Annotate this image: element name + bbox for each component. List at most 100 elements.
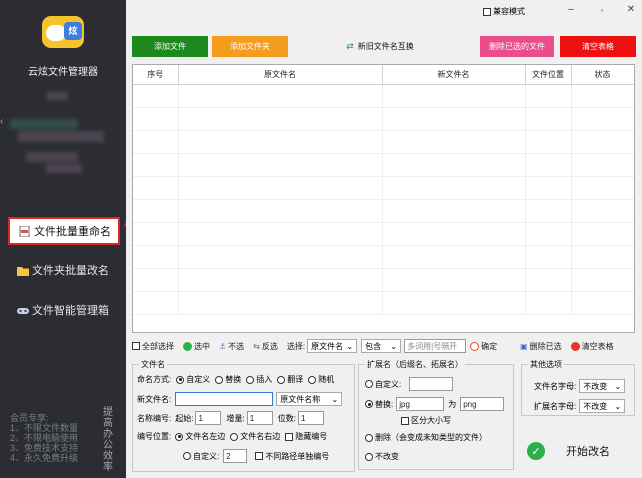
hide-number-checkbox[interactable] — [285, 432, 294, 441]
title-bar: 兼容模式 – ▫ ✕ — [126, 0, 642, 22]
table-header-row: 序号 原文件名 新文件名 文件位置 状态 — [133, 65, 634, 85]
ext-custom-radio[interactable] — [365, 380, 373, 388]
delete-selected-files-button[interactable]: 删除已选的文件 — [480, 36, 554, 57]
sidebar-item-label: 文件智能管理箱 — [32, 305, 109, 317]
add-file-button[interactable]: 添加文件 — [132, 36, 208, 57]
app-logo: 炫 — [42, 16, 84, 48]
start-number-input[interactable]: 1 — [195, 411, 222, 425]
pos-right-radio[interactable] — [230, 432, 239, 441]
clear-table-small-button[interactable]: 清空表格 — [570, 341, 614, 352]
blurred-user-info — [10, 119, 78, 129]
gamepad-icon — [17, 305, 29, 316]
sidebar-item-batch-rename[interactable]: 文件批量重命名 — [8, 217, 120, 245]
sidebar-item-label: 文件夹批量改名 — [32, 265, 109, 277]
delete-icon: ▣ — [520, 341, 528, 351]
table-row — [133, 130, 634, 154]
select-button[interactable]: 选中 — [183, 341, 210, 352]
confirm-button[interactable]: 确定 — [470, 341, 497, 352]
table-row — [133, 153, 634, 177]
ext-custom-input[interactable] — [409, 377, 454, 391]
column-header[interactable]: 状态 — [571, 65, 634, 85]
check-circle-icon — [183, 341, 192, 351]
chevron-down-icon: ⌄ — [390, 341, 398, 351]
invert-icon: ⇆ — [253, 341, 260, 351]
start-rename-button[interactable]: ✓ 开始改名 — [523, 434, 635, 468]
no-separate-checkbox[interactable] — [255, 452, 264, 460]
confirm-icon — [470, 341, 480, 351]
blurred-user-info — [18, 131, 104, 142]
clear-table-button[interactable]: 清空表格 — [560, 36, 636, 57]
folder-icon — [17, 265, 29, 276]
case-sensitive-checkbox[interactable] — [401, 416, 409, 425]
ext-from-input[interactable]: jpg — [396, 397, 445, 411]
add-folder-button[interactable]: 添加文件夹 — [212, 36, 288, 57]
chevron-down-icon: ⌄ — [346, 341, 354, 351]
table-row — [133, 245, 634, 269]
column-header[interactable]: 序号 — [133, 65, 179, 85]
blurred-user-info — [46, 92, 68, 100]
digits-input[interactable]: 1 — [297, 411, 324, 425]
column-header[interactable]: 文件位置 — [525, 65, 572, 85]
mode-replace-radio[interactable] — [215, 375, 224, 384]
sidebar-item-label: 文件批量重命名 — [34, 226, 111, 238]
main-panel: 兼容模式 – ▫ ✕ 添加文件 添加文件夹 ⇄ 新旧文件名互换 删除已选的文件 … — [126, 0, 642, 478]
ext-delete-radio[interactable] — [365, 433, 373, 442]
table-row — [133, 222, 634, 246]
mode-custom-radio[interactable] — [176, 375, 185, 384]
filename-group: 文件名 命名方式: 自定义 替换 插入 翻译 随机 新文件名: 原文件名称 ⌄ 名… — [132, 359, 355, 472]
pos-custom-input[interactable]: 2 — [223, 449, 248, 463]
minimize-icon[interactable]: – — [564, 4, 578, 15]
pos-left-radio[interactable] — [175, 432, 184, 441]
column-header[interactable]: 新文件名 — [382, 65, 526, 85]
invert-button[interactable]: ⇆ 反选 — [253, 341, 278, 352]
ext-case-dropdown[interactable]: 不改变 ⌄ — [579, 399, 626, 413]
unselect-button[interactable]: ⚓ 不选 — [219, 341, 244, 352]
blurred-user-info — [46, 164, 82, 173]
extension-group: 扩展名（后缀名、拓展名） 自定义: 替换: jpg 为 png 区分大小写 删除… — [358, 359, 514, 470]
swap-names-button[interactable]: ⇄ 新旧文件名互换 — [338, 36, 422, 57]
ext-replace-radio[interactable] — [365, 400, 373, 408]
ext-to-input[interactable]: png — [460, 397, 505, 411]
slogan-vertical: 提高办公效率 — [103, 407, 113, 473]
table-row — [133, 84, 634, 108]
select-all-checkbox[interactable]: 全部选择 — [132, 341, 174, 352]
maximize-icon[interactable]: ▫ — [595, 6, 609, 15]
app-title: 云炫文件管理器 — [28, 67, 98, 78]
sidebar: 炫 云炫文件管理器 ‹ 文件批量重命名 文件夹批量改名 文件智能管理箱 会员专享… — [0, 0, 126, 478]
compat-mode-checkbox[interactable]: 兼容模式 — [483, 6, 525, 17]
table-row — [133, 107, 634, 131]
file-table[interactable]: 序号 原文件名 新文件名 文件位置 状态 — [132, 64, 635, 333]
chevron-down-icon: ⌄ — [331, 394, 339, 404]
member-benefits: 会员专享: 1、不限文件数量 2、不限电脑使用 3、免费技术支持 4、永久免费升… — [10, 413, 79, 463]
document-icon — [19, 225, 31, 237]
table-row — [133, 268, 634, 292]
check-circle-icon: ✓ — [527, 442, 545, 460]
choose-label: 选择: — [286, 341, 306, 351]
new-filename-input[interactable] — [175, 392, 274, 406]
table-row — [133, 291, 634, 315]
selection-toolbar: 全部选择 选中 ⚓ 不选 ⇆ 反选 选择: 原文件名 ⌄ 包含 ⌄ 多词用|号隔开 确定… — [132, 338, 637, 354]
newname-option-dropdown[interactable]: 原文件名称 ⌄ — [276, 392, 343, 406]
sidebar-item-folder-rename[interactable]: 文件夹批量改名 — [8, 256, 120, 284]
pos-custom-radio[interactable] — [183, 452, 191, 460]
ext-unchanged-radio[interactable] — [365, 452, 373, 461]
x-circle-icon — [570, 341, 580, 351]
mode-translate-radio[interactable] — [277, 375, 286, 384]
keyword-input[interactable]: 多词用|号隔开 — [404, 339, 467, 353]
column-header[interactable]: 原文件名 — [178, 65, 383, 85]
chevron-down-icon: ⌄ — [614, 401, 622, 411]
other-options-group: 其他选项 文件名字母: 不改变 ⌄ 扩展名字母: 不改变 ⌄ — [521, 359, 635, 416]
delete-selected-button[interactable]: ▣ 删除已选 — [520, 341, 562, 352]
mode-insert-radio[interactable] — [246, 375, 255, 384]
anchor-icon: ⚓ — [219, 341, 227, 351]
sidebar-item-smart-box[interactable]: 文件智能管理箱 — [8, 296, 120, 324]
collapse-handle-icon[interactable]: ‹ — [0, 116, 3, 127]
chevron-down-icon: ⌄ — [614, 381, 622, 391]
filename-case-dropdown[interactable]: 不改变 ⌄ — [579, 379, 626, 393]
close-icon[interactable]: ✕ — [624, 4, 638, 15]
step-input[interactable]: 1 — [246, 411, 273, 425]
match-mode-dropdown[interactable]: 包含 ⌄ — [361, 339, 402, 353]
mode-random-radio[interactable] — [308, 375, 317, 384]
choose-field-dropdown[interactable]: 原文件名 ⌄ — [307, 339, 358, 353]
table-row — [133, 199, 634, 223]
